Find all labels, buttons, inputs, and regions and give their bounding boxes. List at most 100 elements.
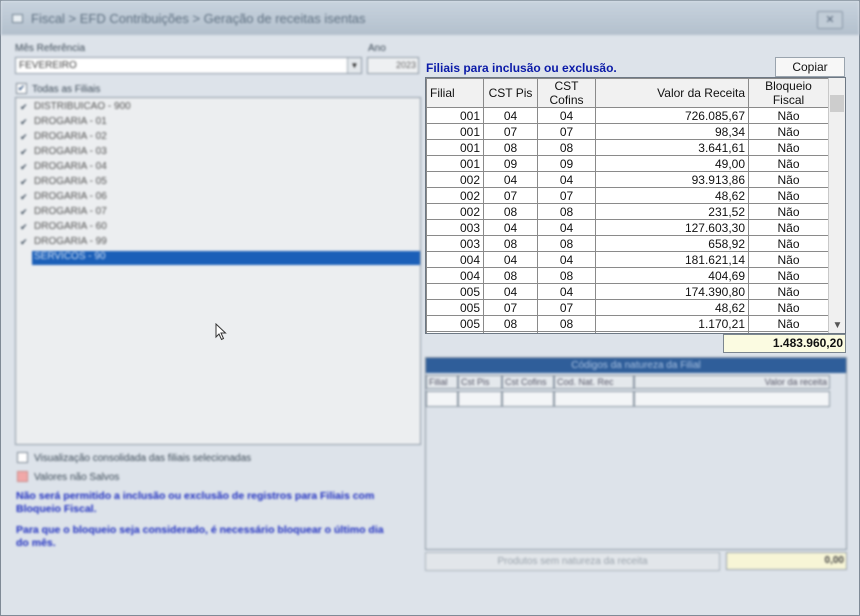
nat-col-cst-pis[interactable]: Cst Pis — [458, 375, 502, 389]
cell-valor-receita[interactable]: 181.621,14 — [595, 251, 749, 268]
table-row[interactable]: 001 07 07 98,34 Não — [426, 123, 829, 140]
cell-cst-pis[interactable]: 07 — [483, 187, 538, 204]
check-icon[interactable]: ✔ — [20, 177, 28, 188]
todas-filiais-checkbox[interactable]: ✔ — [16, 83, 27, 94]
cell-filial[interactable]: 005 — [426, 283, 484, 300]
list-item[interactable]: ✔ DROGARIA - 01 — [18, 115, 420, 130]
cell-filial[interactable]: 001 — [426, 107, 484, 124]
cell-bloqueio-fiscal[interactable]: Não — [748, 123, 829, 140]
cell-cst-cofins[interactable]: 08 — [537, 139, 596, 156]
cell-cst-cofins[interactable]: 09 — [537, 155, 596, 172]
list-item[interactable]: ✔ DROGARIA - 06 — [18, 190, 420, 205]
cell-valor-receita[interactable]: 404,69 — [595, 267, 749, 284]
table-row[interactable]: 005 07 07 48,62 Não — [426, 299, 829, 316]
list-item[interactable]: ✔ DISTRIBUICAO - 900 — [18, 100, 420, 115]
cell-valor-receita[interactable]: 49,00 — [595, 155, 749, 172]
cell-valor-receita[interactable]: 48,62 — [595, 187, 749, 204]
copiar-button[interactable]: Copiar — [775, 57, 845, 77]
col-valor-receita[interactable]: Valor da Receita — [595, 78, 749, 108]
table-row[interactable]: 001 08 08 3.641,61 Não — [426, 139, 829, 156]
table-row[interactable]: 001 04 04 726.085,67 Não — [426, 107, 829, 124]
cell-cst-cofins[interactable]: 08 — [537, 315, 596, 332]
cell-filial[interactable]: 004 — [426, 251, 484, 268]
cell-filial[interactable]: 002 — [426, 187, 484, 204]
mes-referencia-select[interactable]: FEVEREIRO ▼ — [15, 57, 362, 74]
list-item[interactable]: ✔ DROGARIA - 03 — [18, 145, 420, 160]
cell-cst-cofins[interactable]: 04 — [537, 251, 596, 268]
cell-valor-receita[interactable]: 1.170,21 — [595, 315, 749, 332]
table-row[interactable]: 002 07 07 48,62 Não — [426, 187, 829, 204]
cell-bloqueio-fiscal[interactable]: Não — [748, 107, 829, 124]
natureza-empty-row[interactable] — [426, 391, 830, 407]
cell-bloqueio-fiscal[interactable]: Não — [748, 139, 829, 156]
cell-cst-cofins[interactable]: 07 — [537, 187, 596, 204]
cell-bloqueio-fiscal[interactable]: Não — [748, 187, 829, 204]
cell-bloqueio-fiscal[interactable]: Não — [748, 283, 829, 300]
list-item-selected[interactable]: SERVICOS - 90 — [18, 250, 420, 265]
nat-col-cst-cofins[interactable]: Cst Cofins — [502, 375, 554, 389]
scroll-down-icon[interactable]: ▼ — [829, 320, 845, 331]
cell-filial[interactable]: 005 — [426, 331, 484, 333]
cell-filial[interactable]: 003 — [426, 235, 484, 252]
table-row[interactable]: 003 08 08 658,92 Não — [426, 235, 829, 252]
cell-cst-cofins[interactable]: 07 — [537, 299, 596, 316]
cell-filial[interactable]: 002 — [426, 203, 484, 220]
cell-cst-cofins[interactable]: 08 — [537, 267, 596, 284]
check-icon[interactable]: ✔ — [20, 117, 28, 128]
cell-bloqueio-fiscal[interactable]: Não — [748, 251, 829, 268]
table-row[interactable]: 005 08 08 1.170,21 Não — [426, 315, 829, 332]
col-filial[interactable]: Filial — [426, 78, 484, 108]
cell-valor-receita[interactable]: 231,52 — [595, 203, 749, 220]
cell-cst-pis[interactable]: 04 — [483, 171, 538, 188]
ano-input[interactable]: 2023 — [367, 57, 419, 74]
cell-cst-pis[interactable]: 04 — [483, 107, 538, 124]
consolidada-checkbox[interactable] — [17, 452, 28, 463]
check-icon[interactable]: ✔ — [20, 147, 28, 158]
cell-cst-pis[interactable]: 08 — [483, 315, 538, 332]
chevron-down-icon[interactable]: ▼ — [347, 58, 361, 73]
cell-cst-pis[interactable]: 08 — [483, 267, 538, 284]
cell-cst-pis[interactable]: 09 — [483, 155, 538, 172]
cell-bloqueio-fiscal[interactable]: Não — [748, 171, 829, 188]
cell-cst-pis[interactable]: 08 — [483, 235, 538, 252]
cell-bloqueio-fiscal[interactable]: Não — [748, 203, 829, 220]
cell-filial[interactable]: 001 — [426, 155, 484, 172]
cell-cst-pis[interactable]: 08 — [483, 139, 538, 156]
check-icon[interactable]: ✔ — [20, 102, 28, 113]
cell-filial[interactable]: 001 — [426, 123, 484, 140]
cell-cst-cofins[interactable]: 04 — [537, 171, 596, 188]
list-item[interactable]: ✔ DROGARIA - 99 — [18, 235, 420, 250]
grid-scrollbar[interactable]: ▼ — [828, 78, 845, 333]
table-row[interactable]: 005 04 04 174.390,80 Não — [426, 283, 829, 300]
cell-bloqueio-fiscal[interactable]: Não — [748, 267, 829, 284]
close-button[interactable]: ✕ — [817, 11, 843, 29]
cell-cst-pis[interactable]: 07 — [483, 123, 538, 140]
cell-filial[interactable]: 004 — [426, 267, 484, 284]
col-cst-cofins[interactable]: CST Cofins — [537, 78, 596, 108]
cell-cst-cofins[interactable]: 04 — [537, 107, 596, 124]
list-item[interactable]: ✔ DROGARIA - 60 — [18, 220, 420, 235]
cell-cst-pis[interactable]: 08 — [483, 203, 538, 220]
cell-filial[interactable]: 001 — [426, 139, 484, 156]
cell-bloqueio-fiscal[interactable]: Não — [748, 155, 829, 172]
col-bloqueio-fiscal[interactable]: Bloqueio Fiscal — [748, 78, 829, 108]
cell-bloqueio-fiscal[interactable]: Não — [748, 235, 829, 252]
cell-valor-receita[interactable]: 174.390,80 — [595, 283, 749, 300]
table-row[interactable]: 001 09 09 49,00 Não — [426, 155, 829, 172]
cell-valor-receita[interactable]: 726.085,67 — [595, 107, 749, 124]
cell-valor-receita[interactable]: 127.603,30 — [595, 219, 749, 236]
check-icon[interactable]: ✔ — [20, 222, 28, 233]
cell-valor-receita[interactable]: 3.641,61 — [595, 139, 749, 156]
list-item[interactable]: ✔ DROGARIA - 04 — [18, 160, 420, 175]
cell-cst-cofins[interactable]: 09 — [537, 331, 596, 333]
nat-col-valor[interactable]: Valor da receita — [634, 375, 830, 389]
cell-cst-cofins[interactable]: 08 — [537, 203, 596, 220]
cell-bloqueio-fiscal[interactable]: Não — [748, 299, 829, 316]
cell-cst-pis[interactable]: 09 — [483, 331, 538, 333]
cell-valor-receita[interactable]: 98,34 — [595, 123, 749, 140]
nat-col-filial[interactable]: Filial — [426, 375, 458, 389]
cell-cst-pis[interactable]: 04 — [483, 251, 538, 268]
cell-valor-receita[interactable]: 658,92 — [595, 235, 749, 252]
cell-cst-cofins[interactable]: 08 — [537, 235, 596, 252]
list-item[interactable]: ✔ DROGARIA - 05 — [18, 175, 420, 190]
